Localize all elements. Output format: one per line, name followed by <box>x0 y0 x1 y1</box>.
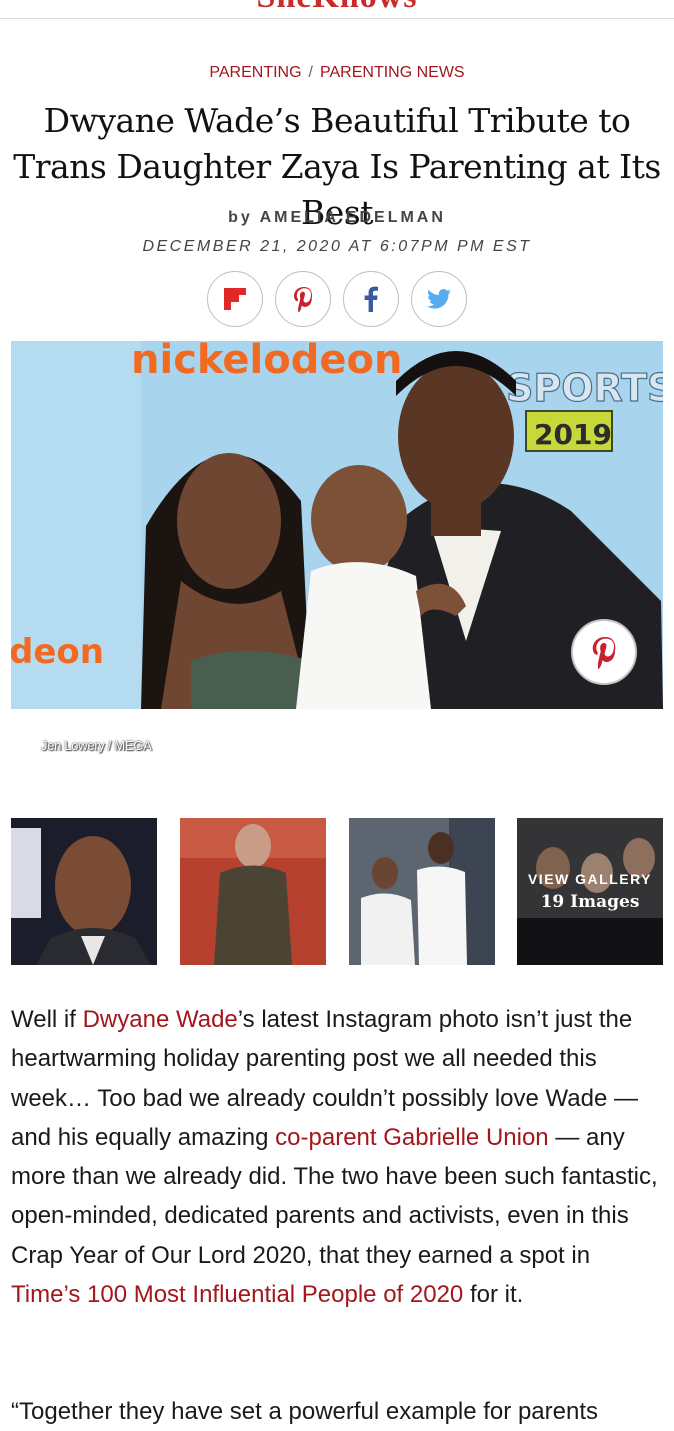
gallery-thumbnail[interactable] <box>11 818 157 965</box>
flipboard-share-button[interactable] <box>207 271 263 327</box>
breadcrumb: PARENTING / PARENTING NEWS <box>0 64 674 82</box>
gallery-overlay: VIEW GALLERY 19 Images <box>517 818 663 965</box>
time-100-link[interactable]: Time’s 100 Most Influential People of 20… <box>11 1281 463 1308</box>
thumbnail-photo <box>11 818 157 965</box>
flipboard-icon <box>224 288 246 310</box>
author-link[interactable]: AMELIA EDELMAN <box>260 209 446 226</box>
breadcrumb-separator: / <box>308 64 313 81</box>
pinterest-icon <box>294 287 313 312</box>
article-paragraph: Well if Dwyane Wade’s latest Instagram p… <box>11 1000 663 1314</box>
facebook-share-button[interactable] <box>343 271 399 327</box>
gallery-count: 19 Images <box>540 892 640 912</box>
gallery-strip: VIEW GALLERY 19 Images <box>11 818 663 965</box>
paragraph-text: for it. <box>463 1281 524 1309</box>
backdrop-text-year: 2019 <box>534 418 612 451</box>
thumbnail-photo <box>180 818 326 965</box>
backdrop-text-right: SPORTS <box>506 366 663 410</box>
byline-prefix: by <box>228 209 253 226</box>
pinterest-share-button[interactable] <box>275 271 331 327</box>
hero-photo: nickelodeon SPORTS 2019 deon <box>11 341 663 709</box>
pinterest-icon <box>592 637 616 669</box>
view-gallery-label: VIEW GALLERY <box>527 871 653 887</box>
gallery-thumbnail[interactable] <box>349 818 495 965</box>
facebook-icon <box>364 286 378 312</box>
site-header: SheKnows <box>0 0 674 19</box>
paragraph-text: Well if <box>11 1006 83 1033</box>
breadcrumb-parenting[interactable]: PARENTING <box>209 64 301 81</box>
breadcrumb-parenting-news[interactable]: PARENTING NEWS <box>320 64 465 81</box>
hero-image[interactable]: nickelodeon SPORTS 2019 deon <box>11 341 663 709</box>
backdrop-text-left: deon <box>11 632 104 672</box>
twitter-share-button[interactable] <box>411 271 467 327</box>
byline: by AMELIA EDELMAN <box>0 209 674 227</box>
gallery-thumbnail[interactable] <box>180 818 326 965</box>
co-parent-link[interactable]: co-parent Gabrielle Union <box>275 1124 548 1151</box>
dwyane-wade-link[interactable]: Dwyane Wade <box>83 1006 238 1033</box>
publish-date: DECEMBER 21, 2020 AT 6:07PM PM EST <box>142 238 532 255</box>
article-paragraph-partial: “Together they have set a powerful examp… <box>11 1398 598 1425</box>
pin-image-button[interactable] <box>571 619 637 685</box>
backdrop-text-top: nickelodeon <box>131 341 402 383</box>
thumbnail-photo <box>349 818 495 965</box>
photo-credit: Jen Lowery / MEGA <box>41 738 152 753</box>
twitter-icon <box>427 289 451 309</box>
site-logo[interactable]: SheKnows <box>0 0 674 16</box>
share-bar <box>0 271 674 327</box>
gallery-view-button[interactable]: VIEW GALLERY 19 Images <box>517 818 663 965</box>
